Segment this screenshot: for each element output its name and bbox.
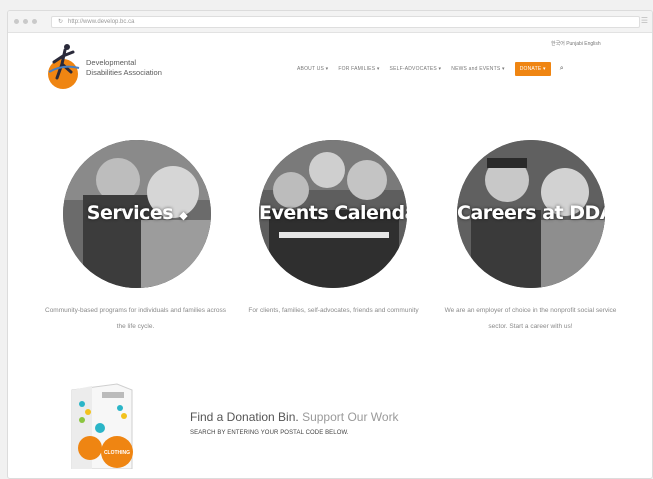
close-dot[interactable] bbox=[14, 19, 19, 24]
logo-text[interactable]: Developmental Disabilities Association bbox=[86, 58, 162, 78]
bin-label: CLOTHING bbox=[104, 450, 130, 456]
search-icon[interactable]: ⌕ bbox=[560, 62, 564, 76]
dda-logo[interactable] bbox=[45, 42, 81, 90]
address-bar[interactable]: ↻ http://www.develop.bc.ca bbox=[51, 16, 640, 28]
donation-heading-main: Find a Donation Bin. bbox=[190, 410, 299, 424]
window-controls bbox=[14, 19, 37, 24]
careers-title: Careers at DDA bbox=[457, 202, 605, 224]
logo-line-2: Disabilities Association bbox=[86, 68, 162, 77]
donation-heading: Find a Donation Bin. Support Our Work bbox=[190, 410, 399, 424]
minimize-dot[interactable] bbox=[23, 19, 28, 24]
main-nav: ABOUT US ▾ FOR FAMILIES ▾ SELF-ADVOCATES… bbox=[297, 62, 564, 76]
hamburger-icon[interactable]: ☰ bbox=[641, 17, 648, 25]
services-title: Services ◆ bbox=[86, 202, 188, 224]
browser-toolbar: ↻ http://www.develop.bc.ca ☰ bbox=[8, 11, 652, 33]
donation-heading-light: Support Our Work bbox=[302, 410, 399, 424]
donation-subtitle: SEARCH BY ENTERING YOUR POSTAL CODE BELO… bbox=[190, 430, 349, 436]
nav-for-families[interactable]: FOR FAMILIES ▾ bbox=[338, 66, 379, 72]
nav-news-events[interactable]: NEWS and EVENTS ▾ bbox=[451, 66, 504, 72]
nav-about-us[interactable]: ABOUT US ▾ bbox=[297, 66, 328, 72]
events-calendar-tile[interactable]: Events Calendar bbox=[259, 140, 407, 288]
maximize-dot[interactable] bbox=[32, 19, 37, 24]
donate-button[interactable]: DONATE ▾ bbox=[514, 62, 551, 76]
logo-head bbox=[64, 44, 70, 50]
language-switcher[interactable]: 한국어 Punjabi English bbox=[551, 40, 601, 47]
events-calendar-title: Events Calendar bbox=[259, 202, 407, 224]
reload-icon[interactable]: ↻ bbox=[58, 17, 63, 27]
nav-self-advocates[interactable]: SELF-ADVOCATES ▾ bbox=[390, 66, 442, 72]
donation-bin-image: CLOTHING bbox=[71, 383, 133, 469]
services-tile[interactable]: Services ◆ bbox=[63, 140, 211, 288]
address-text: http://www.develop.bc.ca bbox=[68, 19, 135, 25]
careers-description: We are an employer of choice in the nonp… bbox=[444, 307, 617, 330]
services-description: Community-based programs for individuals… bbox=[45, 307, 226, 330]
logo-line-1: Developmental bbox=[86, 58, 137, 67]
careers-tile[interactable]: Careers at DDA bbox=[457, 140, 605, 288]
events-calendar-description: For clients, families, self-advocates, f… bbox=[248, 307, 419, 314]
